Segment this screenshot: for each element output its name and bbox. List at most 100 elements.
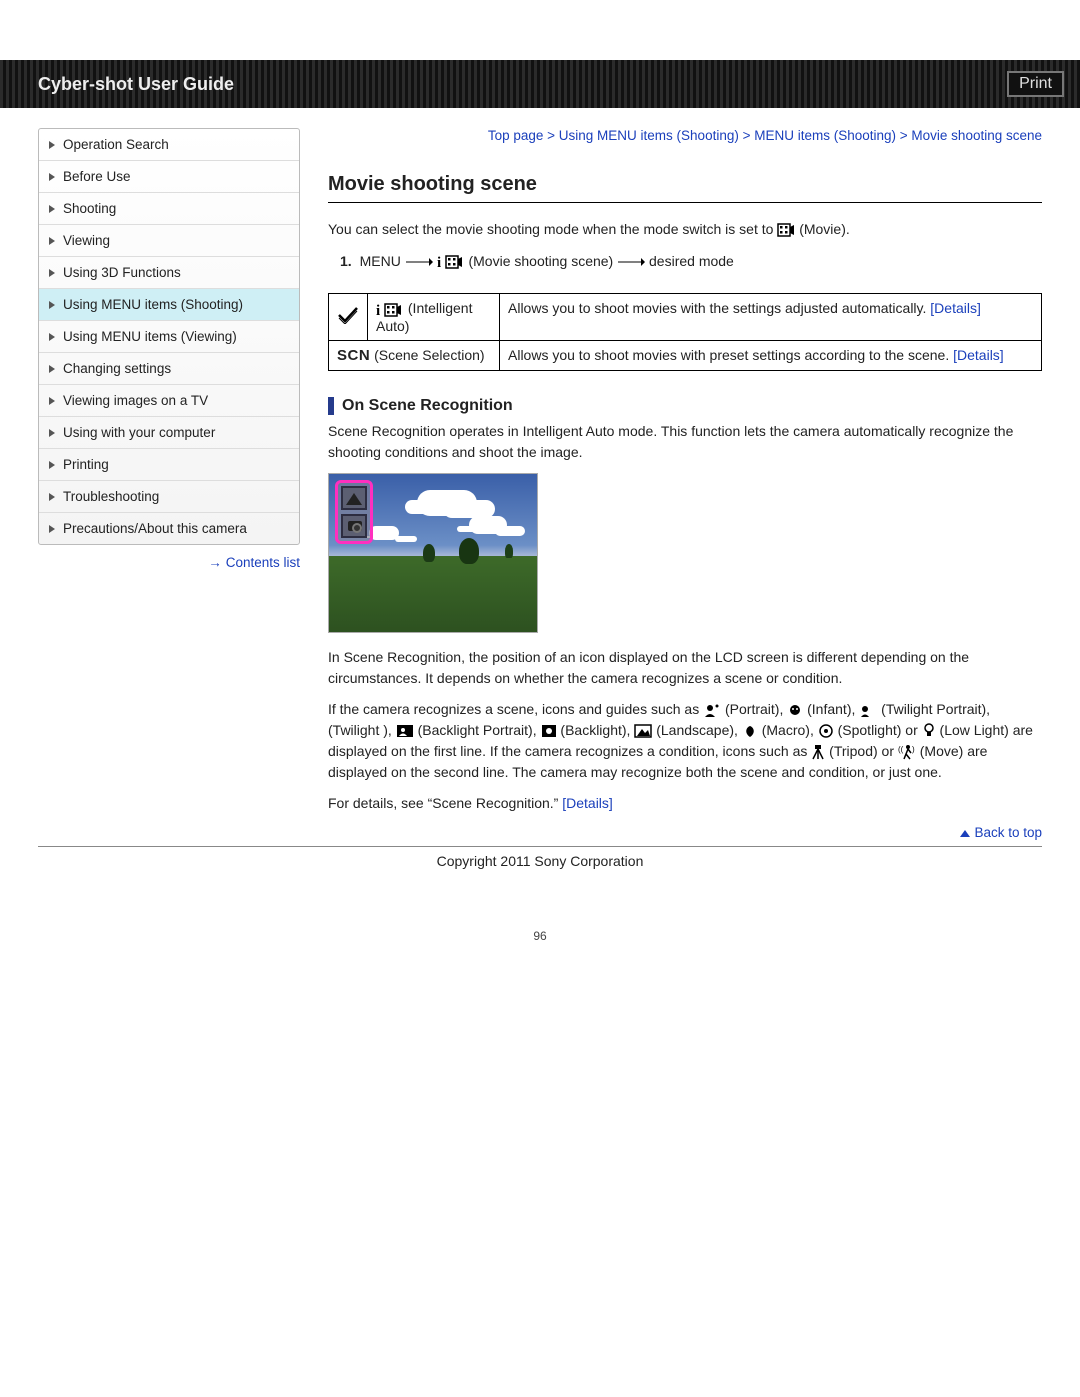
chevron-right-icon bbox=[49, 301, 55, 309]
sidebar-item[interactable]: Using MENU items (Shooting) bbox=[39, 289, 299, 321]
sidebar-item[interactable]: Using 3D Functions bbox=[39, 257, 299, 289]
details-link[interactable]: [Details] bbox=[562, 795, 613, 811]
intro-text: You can select the movie shooting mode w… bbox=[328, 219, 1042, 240]
table-row: i (Intelligent Auto) Allows you to shoot… bbox=[329, 294, 1042, 340]
scn-icon: SCN bbox=[337, 347, 370, 364]
print-button[interactable]: Print bbox=[1007, 71, 1064, 97]
move-icon: (() bbox=[898, 744, 916, 760]
check-icon bbox=[337, 308, 359, 328]
twilight-icon bbox=[994, 703, 1008, 717]
lbl-twportrait: (Twilight Portrait), bbox=[881, 701, 994, 717]
breadcrumb-sep: > bbox=[739, 128, 754, 143]
sidebar-item[interactable]: Precautions/About this camera bbox=[39, 513, 299, 544]
lbl-infant: (Infant), bbox=[807, 701, 859, 717]
details-link[interactable]: [Details] bbox=[930, 300, 981, 316]
svg-text:((: (( bbox=[898, 745, 904, 754]
lbl-macro: (Macro), bbox=[762, 722, 818, 738]
sr-seealso: For details, see “Scene Recognition.” [D… bbox=[328, 793, 1042, 814]
sidebar-item-label: Viewing images on a TV bbox=[63, 393, 208, 408]
chevron-right-icon bbox=[49, 397, 55, 405]
sidebar-item-label: Operation Search bbox=[63, 137, 169, 152]
seealso-text: For details, see “Scene Recognition.” bbox=[328, 795, 562, 811]
svg-text:): ) bbox=[912, 745, 915, 754]
lbl-blportrait: (Backlight Portrait), bbox=[418, 722, 541, 738]
macro-icon bbox=[742, 724, 758, 738]
twilight-portrait-icon bbox=[859, 703, 877, 717]
mode-cell: i (Intelligent Auto) bbox=[368, 294, 500, 340]
mode-cell: SCN (Scene Selection) bbox=[329, 340, 500, 370]
breadcrumb-item[interactable]: Movie shooting scene bbox=[911, 128, 1042, 143]
step-mid: (Movie shooting scene) bbox=[468, 253, 613, 269]
lbl-spotlight: (Spotlight) or bbox=[838, 722, 922, 738]
sidebar-item[interactable]: Operation Search bbox=[39, 129, 299, 161]
backlight-portrait-icon bbox=[396, 724, 414, 738]
breadcrumb-sep: > bbox=[543, 128, 558, 143]
sidebar-item[interactable]: Printing bbox=[39, 449, 299, 481]
chevron-right-icon bbox=[49, 461, 55, 469]
tripod-icon bbox=[341, 514, 367, 538]
sidebar-item[interactable]: Using with your computer bbox=[39, 417, 299, 449]
i-movie-icon: i bbox=[376, 302, 404, 318]
intro-a: You can select the movie shooting mode w… bbox=[328, 221, 777, 237]
sidebar-item[interactable]: Changing settings bbox=[39, 353, 299, 385]
chevron-right-icon bbox=[49, 173, 55, 181]
nav-list: Operation Search Before Use Shooting Viewin… bbox=[38, 128, 300, 545]
page-title: Movie shooting scene bbox=[328, 173, 1042, 203]
chevron-right-icon bbox=[49, 333, 55, 341]
sidebar-item-label: Using with your computer bbox=[63, 425, 215, 440]
header-bar: Cyber-shot User Guide Print bbox=[0, 60, 1080, 108]
chevron-right-icon bbox=[49, 237, 55, 245]
breadcrumb-item[interactable]: MENU items (Shooting) bbox=[754, 128, 896, 143]
chevron-right-icon bbox=[49, 141, 55, 149]
lbl-backlight: (Backlight), bbox=[560, 722, 634, 738]
details-link[interactable]: [Details] bbox=[953, 347, 1004, 363]
sidebar-item-label: Viewing bbox=[63, 233, 110, 248]
sidebar-item[interactable]: Viewing bbox=[39, 225, 299, 257]
back-to-top-link[interactable]: Back to top bbox=[960, 825, 1042, 840]
overlay-icons bbox=[335, 480, 373, 544]
portrait-icon bbox=[703, 703, 721, 717]
sr-para-1: In Scene Recognition, the position of an… bbox=[328, 647, 1042, 689]
breadcrumb: Top page > Using MENU items (Shooting) >… bbox=[328, 128, 1042, 143]
chevron-right-icon bbox=[49, 429, 55, 437]
mode-desc: Allows you to shoot movies with preset s… bbox=[508, 347, 949, 363]
breadcrumb-item[interactable]: Using MENU items (Shooting) bbox=[559, 128, 739, 143]
svg-text:i: i bbox=[376, 303, 380, 318]
landscape-icon bbox=[341, 486, 367, 510]
contents-list-link[interactable]: →Contents list bbox=[38, 555, 300, 570]
breadcrumb-item[interactable]: Top page bbox=[488, 128, 544, 143]
sidebar-item-label: Using MENU items (Shooting) bbox=[63, 297, 243, 312]
sidebar-item[interactable]: Using MENU items (Viewing) bbox=[39, 321, 299, 353]
step-1: 1. MENU i (Movie shooting scene) desired… bbox=[340, 250, 1042, 273]
sidebar-item[interactable]: Viewing images on a TV bbox=[39, 385, 299, 417]
sidebar-item[interactable]: Before Use bbox=[39, 161, 299, 193]
lbl-landscape: (Landscape), bbox=[656, 722, 742, 738]
landscape-icon bbox=[634, 724, 652, 738]
chevron-right-icon bbox=[49, 205, 55, 213]
sr-icons-para: If the camera recognizes a scene, icons … bbox=[328, 699, 1042, 783]
page-number: 96 bbox=[0, 929, 1080, 943]
chevron-right-icon bbox=[49, 525, 55, 533]
mode-name: (Scene Selection) bbox=[374, 347, 485, 363]
sidebar-item[interactable]: Shooting bbox=[39, 193, 299, 225]
contents-list-label[interactable]: Contents list bbox=[226, 555, 300, 570]
svg-text:i: i bbox=[437, 255, 441, 270]
chevron-right-icon bbox=[49, 365, 55, 373]
sidebar-item[interactable]: Troubleshooting bbox=[39, 481, 299, 513]
sidebar-item-label: Printing bbox=[63, 457, 109, 472]
sidebar-item-label: Using MENU items (Viewing) bbox=[63, 329, 237, 344]
main-content: Top page > Using MENU items (Shooting) >… bbox=[328, 128, 1042, 824]
chevron-right-icon bbox=[49, 269, 55, 277]
chevron-right-icon bbox=[49, 493, 55, 501]
header-title: Cyber-shot User Guide bbox=[38, 74, 234, 95]
intro-b: (Movie). bbox=[799, 221, 850, 237]
table-row: SCN (Scene Selection) Allows you to shoo… bbox=[329, 340, 1042, 370]
sidebar-item-label: Before Use bbox=[63, 169, 131, 184]
mode-desc: Allows you to shoot movies with the sett… bbox=[508, 300, 926, 316]
copyright: Copyright 2011 Sony Corporation bbox=[38, 853, 1042, 869]
section-heading: On Scene Recognition bbox=[328, 397, 1042, 415]
backlight-icon bbox=[541, 724, 557, 738]
sidebar: Operation Search Before Use Shooting Viewin… bbox=[38, 128, 300, 824]
step-end: desired mode bbox=[649, 253, 734, 269]
spotlight-icon bbox=[818, 724, 834, 738]
